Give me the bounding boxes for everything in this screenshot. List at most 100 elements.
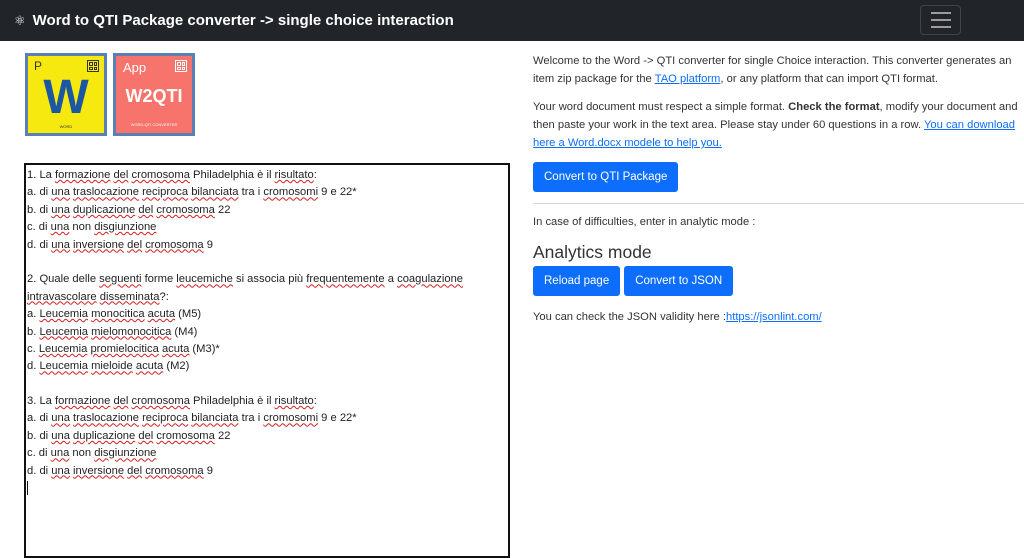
editor-line: d. di una inversione del cromosoma 9	[27, 238, 213, 251]
misspelled-word: cromosoma	[131, 395, 190, 408]
grid-icon	[175, 60, 187, 72]
intro-paragraph: Welcome to the Word -> QTI converter for…	[533, 55, 1012, 85]
menu-bar-icon	[930, 12, 951, 14]
misspelled-word: cromosoma	[156, 203, 215, 216]
misspelled-word: seguenti	[99, 273, 142, 286]
misspelled-word: traslocazione	[73, 186, 139, 199]
questions-textarea[interactable]: 1. La formazione del cromosoma Philadelp…	[24, 163, 510, 558]
misspelled-word: coagulazione	[397, 273, 464, 286]
misspelled-word: duplicazione	[73, 203, 136, 216]
misspelled-word: duplicazione	[73, 429, 136, 442]
app-logo-caption: WORD-QTI CONVERTER	[130, 122, 178, 127]
misspelled-word: formazione	[55, 169, 111, 181]
misspelled-word: cromosoma	[131, 169, 190, 181]
menu-bar-icon	[930, 19, 951, 21]
word-logo: P W WORD	[25, 53, 107, 136]
misspelled-word: reciproca	[142, 412, 189, 425]
word-logo-letter: W	[43, 71, 89, 124]
editor-line: 2. Quale delle seguenti forme leucemiche…	[27, 273, 464, 286]
misspelled-word: cromosomi	[263, 412, 319, 425]
misspelled-word: promielocitica	[90, 342, 159, 355]
format-paragraph: Your word document must respect a simple…	[533, 101, 1018, 149]
editor-line: c. di una non disgiunzione	[27, 447, 157, 460]
misspelled-word: Leucemia	[39, 325, 88, 338]
misspelled-word: frequentemente	[306, 273, 385, 286]
misspelled-word: disgiunzione	[94, 221, 157, 234]
editor-line: b. di una duplicazione del cromosoma 22	[27, 203, 231, 216]
navbar-brand[interactable]: ⚛ Word to QTI Package converter -> singl…	[14, 12, 454, 29]
editor-line: c. di una non disgiunzione	[27, 221, 157, 234]
convert-json-button[interactable]: Convert to JSON	[624, 266, 734, 296]
misspelled-word: del	[138, 203, 154, 216]
word-logo-caption: WORD	[59, 124, 73, 129]
editor-line: a. Leucemia monocitica acuta (M5)	[27, 308, 202, 321]
misspelled-word: monocitica	[91, 308, 145, 321]
editor-line: intravascolare disseminata?:	[27, 290, 169, 303]
misspelled-word: acuta	[135, 360, 164, 373]
misspelled-word: cromosoma	[145, 238, 204, 251]
editor-line: a. di una traslocazione reciproca bilanc…	[27, 186, 357, 199]
misspelled-word: una	[51, 238, 70, 251]
editor-line	[27, 480, 507, 497]
editor-line: b. di una duplicazione del cromosoma 22	[27, 429, 231, 442]
misspelled-word: disgiunzione	[94, 447, 157, 460]
misspelled-word: cromosomi	[263, 186, 319, 199]
misspelled-word: del	[138, 429, 154, 442]
misspelled-word: bilanciata	[191, 186, 239, 199]
misspelled-word: Leucemia	[39, 360, 88, 373]
misspelled-word: formazione	[55, 395, 111, 408]
difficulty-text: In case of difficulties, enter in analyt…	[533, 216, 756, 228]
w2qti-logo: App W2QTI WORD-QTI CONVERTER	[113, 53, 195, 136]
misspelled-word: del	[113, 395, 129, 408]
misspelled-word: del	[127, 238, 143, 251]
misspelled-word: leucemiche	[176, 273, 233, 286]
misspelled-word: una	[51, 429, 70, 442]
analytics-heading: Analytics mode	[533, 242, 652, 262]
editor-line: 1. La formazione del cromosoma Philadelp…	[27, 169, 317, 181]
misspelled-word: una	[51, 186, 70, 199]
analytics-section: In case of difficulties, enter in analyt…	[533, 213, 1019, 326]
text-cursor	[27, 481, 28, 496]
reload-page-button[interactable]: Reload page	[533, 266, 621, 296]
app-logo-tag: App	[123, 60, 147, 75]
misspelled-word: reciproca	[142, 186, 189, 199]
app-title: Word to QTI Package converter -> single …	[32, 12, 454, 29]
editor-line: b. Leucemia mielomonocitica (M4)	[27, 325, 198, 338]
misspelled-word: una	[50, 447, 70, 460]
misspelled-word: del	[127, 464, 143, 477]
tao-platform-link[interactable]: TAO platform	[655, 73, 721, 85]
misspelled-word: risultato	[274, 169, 314, 181]
misspelled-word: una	[51, 412, 70, 425]
misspelled-word: del	[113, 169, 129, 181]
hamburger-menu-button[interactable]	[920, 5, 961, 35]
divider	[533, 203, 1024, 204]
misspelled-word: risultato	[274, 395, 314, 408]
misspelled-word: acuta	[147, 308, 176, 321]
misspelled-word: Leucemia	[39, 308, 88, 321]
editor-line: 3. La formazione del cromosoma Philadelp…	[27, 395, 317, 408]
misspelled-word: mieloide	[91, 360, 133, 373]
navbar: ⚛ Word to QTI Package converter -> singl…	[0, 0, 1024, 41]
jsonlint-link[interactable]: https://jsonlint.com/	[726, 311, 822, 323]
misspelled-word: cromosoma	[145, 464, 204, 477]
misspelled-word: inversione	[73, 464, 125, 477]
misspelled-word: mielomonocitica	[91, 325, 172, 338]
editor-line: a. di una traslocazione reciproca bilanc…	[27, 412, 357, 425]
atom-icon: ⚛	[14, 12, 26, 28]
misspelled-word: una	[51, 203, 70, 216]
misspelled-word: cromosoma	[156, 429, 215, 442]
misspelled-word: inversione	[73, 238, 125, 251]
misspelled-word: una	[50, 221, 70, 234]
misspelled-word: disseminata	[99, 290, 160, 303]
editor-line: c. Leucemia promielocitica acuta (M3)*	[27, 342, 220, 355]
editor-line: d. di una inversione del cromosoma 9	[27, 464, 213, 477]
convert-qti-button[interactable]: Convert to QTI Package	[533, 162, 679, 192]
editor-line: d. Leucemia mieloide acuta (M2)	[27, 360, 190, 373]
app-logo-name: W2QTI	[125, 86, 183, 106]
misspelled-word: una	[51, 464, 70, 477]
misspelled-word: intravascolare	[27, 290, 97, 303]
misspelled-word: traslocazione	[73, 412, 139, 425]
json-check-text: You can check the JSON validity here :ht…	[533, 311, 822, 323]
